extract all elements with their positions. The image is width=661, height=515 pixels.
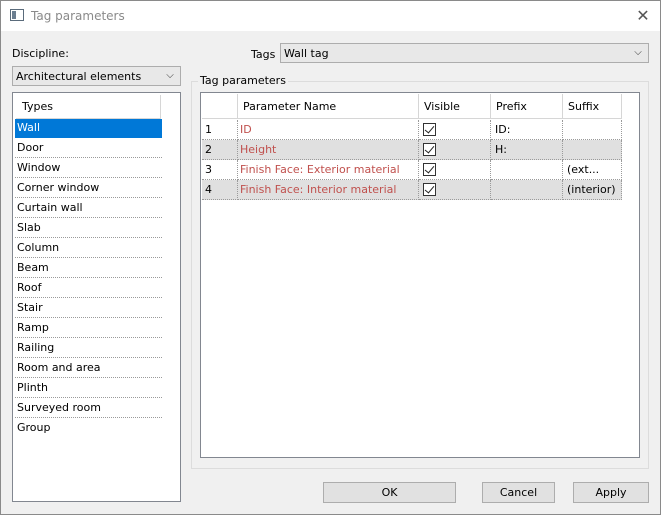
title-bar: Tag parameters ✕ <box>1 1 660 31</box>
window-title: Tag parameters <box>31 9 125 23</box>
app-window-icon <box>10 9 24 21</box>
column-header-parameter-name-label: Parameter Name <box>243 100 337 113</box>
prefix-cell[interactable] <box>491 160 563 180</box>
type-item-room-and-area[interactable]: Room and area <box>15 359 162 378</box>
chevron-down-icon: ⌵ <box>634 47 642 58</box>
ok-button[interactable]: OK <box>323 482 456 503</box>
column-header-suffix[interactable]: Suffix <box>563 94 622 119</box>
parameter-name-cell[interactable]: Finish Face: Exterior material <box>238 160 419 180</box>
type-item-roof[interactable]: Roof <box>15 279 162 298</box>
prefix-cell[interactable]: ID: <box>491 120 563 140</box>
type-item-plinth[interactable]: Plinth <box>15 379 162 398</box>
row-index: 4 <box>202 180 238 200</box>
type-item-slab[interactable]: Slab <box>15 219 162 238</box>
type-item-column[interactable]: Column <box>15 239 162 258</box>
type-item-beam[interactable]: Beam <box>15 259 162 278</box>
type-item-corner-window[interactable]: Corner window <box>15 179 162 198</box>
visible-checkbox[interactable] <box>423 143 436 156</box>
type-item-door[interactable]: Door <box>15 139 162 158</box>
types-header-label: Types <box>22 100 53 113</box>
table-row[interactable]: 3 Finish Face: Exterior material (ext... <box>202 160 622 180</box>
column-header-visible-label: Visible <box>424 100 460 113</box>
suffix-cell[interactable]: (ext... <box>563 160 622 180</box>
types-list[interactable]: Types Wall Door Window Corner window Cur… <box>12 92 181 502</box>
type-item-railing[interactable]: Railing <box>15 339 162 358</box>
type-item-curtain-wall[interactable]: Curtain wall <box>15 199 162 218</box>
row-index: 3 <box>202 160 238 180</box>
discipline-label: Discipline: <box>12 47 69 60</box>
column-header-visible[interactable]: Visible <box>419 94 491 119</box>
parameter-name-cell[interactable]: Height <box>238 140 419 160</box>
visible-cell <box>419 140 491 160</box>
close-icon[interactable]: ✕ <box>626 1 660 31</box>
chevron-down-icon: ⌵ <box>166 70 174 81</box>
suffix-cell[interactable] <box>563 120 622 140</box>
column-header-prefix[interactable]: Prefix <box>491 94 563 119</box>
discipline-dropdown[interactable]: Architectural elements ⌵ <box>12 66 181 86</box>
prefix-cell[interactable] <box>491 180 563 200</box>
type-item-wall[interactable]: Wall <box>15 119 162 138</box>
table-row[interactable]: 2 Height H: <box>202 140 622 160</box>
visible-cell <box>419 160 491 180</box>
visible-cell <box>419 120 491 140</box>
visible-checkbox[interactable] <box>423 123 436 136</box>
type-item-group[interactable]: Group <box>15 419 162 438</box>
type-item-stair[interactable]: Stair <box>15 299 162 318</box>
tags-dropdown[interactable]: Wall tag ⌵ <box>280 43 649 63</box>
apply-button[interactable]: Apply <box>573 482 649 503</box>
visible-checkbox[interactable] <box>423 183 436 196</box>
discipline-value: Architectural elements <box>16 70 142 83</box>
tags-label: Tags <box>251 48 276 61</box>
table-row[interactable]: 4 Finish Face: Interior material (interi… <box>202 180 622 200</box>
suffix-cell[interactable] <box>563 140 622 160</box>
type-item-ramp[interactable]: Ramp <box>15 319 162 338</box>
row-index: 2 <box>202 140 238 160</box>
suffix-cell[interactable]: (interior) <box>563 180 622 200</box>
tag-parameters-group-title: Tag parameters <box>198 74 288 87</box>
column-header-parameter-name[interactable]: Parameter Name <box>238 94 419 119</box>
table-row[interactable]: 1 ID ID: <box>202 120 622 140</box>
parameters-table[interactable]: Parameter Name Visible Prefix Suffix 1 I… <box>200 92 640 458</box>
type-item-surveyed-room[interactable]: Surveyed room <box>15 399 162 418</box>
visible-cell <box>419 180 491 200</box>
types-header: Types <box>16 95 161 119</box>
prefix-cell[interactable]: H: <box>491 140 563 160</box>
tags-value: Wall tag <box>284 47 329 60</box>
row-index: 1 <box>202 120 238 140</box>
column-header-suffix-label: Suffix <box>568 100 600 113</box>
parameter-name-cell[interactable]: Finish Face: Interior material <box>238 180 419 200</box>
parameter-name-cell[interactable]: ID <box>238 120 419 140</box>
column-header-index <box>202 94 238 119</box>
type-item-window[interactable]: Window <box>15 159 162 178</box>
cancel-button[interactable]: Cancel <box>482 482 555 503</box>
column-header-prefix-label: Prefix <box>496 100 527 113</box>
visible-checkbox[interactable] <box>423 163 436 176</box>
tag-parameters-dialog: Tag parameters ✕ Discipline: Architectur… <box>0 0 661 515</box>
